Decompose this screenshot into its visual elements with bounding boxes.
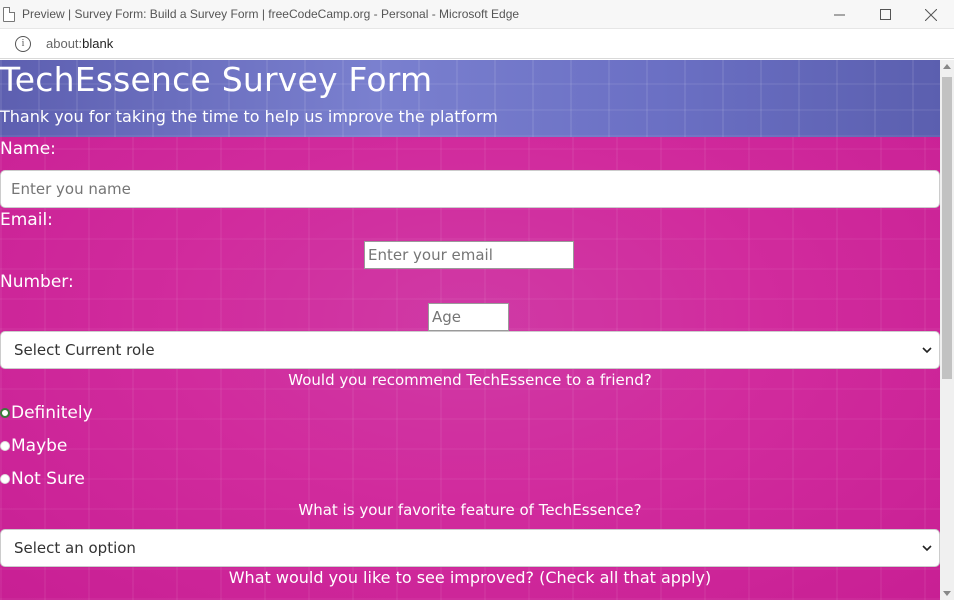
role-dropdown-value: Select Current role — [14, 341, 155, 359]
radio-maybe-label: Maybe — [11, 436, 68, 456]
improve-question: What would you like to see improved? (Ch… — [228, 568, 712, 587]
number-label: Number: — [0, 272, 74, 292]
age-input[interactable]: Age — [428, 303, 509, 331]
chevron-down-icon — [922, 347, 932, 354]
name-placeholder: Enter you name — [11, 180, 131, 198]
radio-definitely[interactable] — [0, 408, 10, 418]
scroll-down-icon[interactable] — [943, 591, 951, 596]
age-placeholder: Age — [432, 308, 462, 326]
close-button[interactable] — [908, 0, 954, 29]
name-input[interactable]: Enter you name — [0, 170, 940, 208]
radio-not-sure[interactable] — [0, 474, 10, 484]
document-icon — [3, 6, 15, 22]
address-url[interactable]: about:blank — [46, 36, 113, 51]
page-title: TechEssence Survey Form — [0, 60, 433, 99]
url-scheme: about: — [46, 36, 83, 51]
radio-not-sure-label: Not Sure — [11, 469, 85, 489]
recommend-option-not-sure[interactable]: Not Sure — [0, 469, 85, 489]
feature-dropdown-value: Select an option — [14, 539, 136, 557]
role-dropdown[interactable]: Select Current role — [0, 331, 940, 369]
window-title: Preview | Survey Form: Build a Survey Fo… — [22, 7, 520, 21]
page-description: Thank you for taking the time to help us… — [0, 107, 498, 126]
feature-dropdown[interactable]: Select an option — [0, 529, 940, 567]
survey-form: TechEssence Survey Form Thank you for ta… — [0, 60, 940, 600]
minimize-button[interactable] — [816, 0, 862, 29]
radio-maybe[interactable] — [0, 441, 10, 451]
email-label: Email: — [0, 210, 53, 230]
maximize-icon — [879, 9, 891, 20]
recommend-option-maybe[interactable]: Maybe — [0, 436, 67, 456]
scrollbar-thumb[interactable] — [942, 77, 952, 379]
address-bar[interactable]: i about:blank — [0, 29, 954, 59]
minimize-icon — [833, 14, 845, 16]
page-viewport: TechEssence Survey Form Thank you for ta… — [0, 60, 940, 600]
email-placeholder: Enter your email — [368, 246, 493, 264]
radio-definitely-label: Definitely — [11, 403, 93, 423]
vertical-scrollbar[interactable] — [940, 60, 954, 600]
chevron-down-icon — [922, 545, 932, 552]
name-label: Name: — [0, 139, 56, 159]
maximize-button[interactable] — [862, 0, 908, 29]
window-titlebar: Preview | Survey Form: Build a Survey Fo… — [0, 0, 954, 29]
url-path: blank — [82, 36, 114, 51]
scroll-up-icon[interactable] — [943, 64, 951, 69]
email-input[interactable]: Enter your email — [364, 241, 574, 269]
close-icon — [925, 8, 937, 21]
recommend-option-definitely[interactable]: Definitely — [0, 403, 93, 423]
feature-question: What is your favorite feature of TechEss… — [298, 501, 642, 519]
window-controls — [816, 0, 954, 29]
info-icon[interactable]: i — [15, 35, 31, 52]
recommend-question: Would you recommend TechEssence to a fri… — [288, 371, 652, 389]
